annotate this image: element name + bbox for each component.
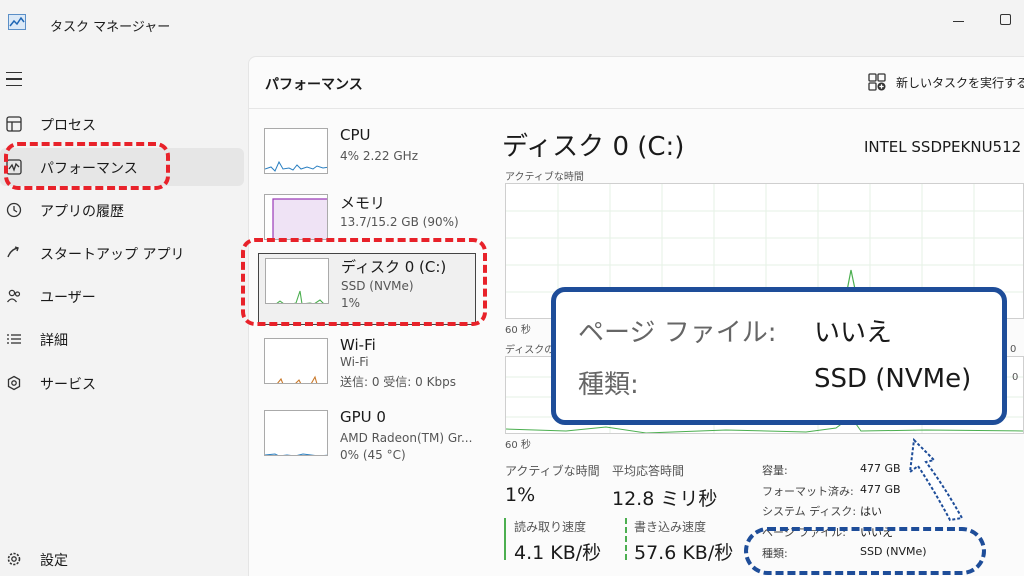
- details-icon: [4, 329, 24, 349]
- write-speed-value: 57.6 KB/秒: [634, 542, 734, 564]
- type-value: SSD (NVMe): [860, 545, 927, 558]
- processes-icon: [4, 114, 24, 134]
- sidebar-item-label: アプリの履歴: [40, 204, 124, 220]
- app-title: タスク マネージャー: [50, 20, 171, 35]
- cpu-thumbnail-graph: [264, 128, 328, 174]
- active-time-value: 1%: [505, 484, 536, 506]
- read-speed-label: 読み取り速度: [514, 520, 587, 534]
- read-speed-value: 4.1 KB/秒: [514, 542, 602, 564]
- users-icon: [4, 286, 24, 306]
- new-task-icon: [868, 73, 886, 91]
- device-name: GPU 0: [340, 408, 386, 426]
- run-new-task-label: 新しいタスクを実行する: [896, 76, 1024, 90]
- formatted-key: フォーマット済み:: [762, 485, 854, 498]
- device-usage: 0% (45 °C): [340, 448, 406, 462]
- minimize-button[interactable]: [944, 10, 974, 32]
- sidebar-item-users[interactable]: ユーザー: [0, 277, 244, 315]
- write-speed-label: 書き込み速度: [634, 520, 707, 534]
- disk-thumbnail-graph: [265, 258, 329, 304]
- page-file-key: ページ ファイル:: [762, 526, 846, 539]
- sidebar-item-processes[interactable]: プロセス: [0, 105, 244, 143]
- device-detail: Wi-Fi: [340, 355, 369, 369]
- maximize-button[interactable]: [990, 10, 1020, 32]
- device-name: CPU: [340, 126, 371, 144]
- sidebar-item-performance[interactable]: パフォーマンス: [0, 148, 244, 186]
- page-file-value: いいえ: [860, 526, 893, 539]
- read-speed-bar: [504, 518, 506, 560]
- sidebar-item-label: パフォーマンス: [40, 161, 138, 177]
- history-icon: [4, 200, 24, 220]
- device-usage: 1%: [341, 296, 361, 310]
- startup-icon: [4, 243, 24, 263]
- zoom-callout: ページ ファイル: いいえ 種類: SSD (NVMe): [551, 287, 1007, 425]
- sidebar-item-label: 詳細: [40, 333, 68, 349]
- menu-icon[interactable]: [6, 72, 22, 86]
- system-disk-value: はい: [860, 505, 882, 518]
- callout-type-value: SSD (NVMe): [814, 364, 972, 394]
- sidebar-item-services[interactable]: サービス: [0, 364, 244, 402]
- device-item-wifi[interactable]: Wi-Fi Wi-Fi 送信: 0 受信: 0 Kbps: [258, 334, 476, 406]
- device-item-cpu[interactable]: CPU 4% 2.22 GHz: [258, 124, 476, 196]
- chart2-time-label: 60 秒: [505, 440, 531, 451]
- device-name: Wi-Fi: [340, 336, 376, 354]
- avg-response-value: 12.8 ミリ秒: [612, 488, 718, 510]
- device-detail: AMD Radeon(TM) Gr...: [340, 431, 473, 445]
- disk-model: INTEL SSDPEKNU512: [864, 138, 1022, 156]
- avg-response-label: 平均応答時間: [612, 464, 685, 478]
- sidebar-item-label: スタートアップ アプリ: [40, 247, 185, 263]
- active-time-label: アクティブな時間: [505, 464, 600, 478]
- sidebar-item-settings[interactable]: 設定: [0, 540, 244, 574]
- page-title: パフォーマンス: [265, 77, 363, 93]
- device-detail: 4% 2.22 GHz: [340, 149, 419, 163]
- chart1-time-label: 60 秒: [505, 325, 531, 336]
- chart1-right-axis: 0: [1010, 344, 1017, 355]
- capacity-value: 477 GB: [860, 462, 901, 475]
- device-detail: 13.7/15.2 GB (90%): [340, 215, 459, 229]
- sidebar-item-label: ユーザー: [40, 290, 96, 306]
- system-disk-key: システム ディスク:: [762, 505, 857, 518]
- sidebar-item-startup-apps[interactable]: スタートアップ アプリ: [0, 234, 244, 272]
- annotation-arrow-icon: [908, 437, 964, 522]
- device-name: ディスク 0 (C:): [341, 258, 447, 276]
- callout-page-file-value: いいえ: [814, 318, 893, 348]
- sidebar-item-label: サービス: [40, 377, 96, 393]
- gpu-thumbnail-graph: [264, 410, 328, 456]
- formatted-value: 477 GB: [860, 483, 901, 496]
- device-usage: 送信: 0 受信: 0 Kbps: [340, 375, 456, 389]
- services-icon: [4, 373, 24, 393]
- device-item-gpu[interactable]: GPU 0 AMD Radeon(TM) Gr... 0% (45 °C): [258, 406, 476, 478]
- sidebar-item-label: プロセス: [40, 118, 96, 134]
- settings-label: 設定: [40, 553, 68, 569]
- memory-thumbnail-graph: [264, 194, 328, 240]
- write-speed-bar: [625, 518, 627, 560]
- device-item-disk[interactable]: ディスク 0 (C:) SSD (NVMe) 1%: [258, 253, 476, 325]
- sidebar-item-details[interactable]: 詳細: [0, 320, 244, 358]
- gear-icon: [4, 549, 24, 569]
- device-item-memory[interactable]: メモリ 13.7/15.2 GB (90%): [258, 190, 476, 262]
- type-key: 種類:: [762, 547, 788, 560]
- device-name: メモリ: [340, 194, 386, 212]
- device-detail: SSD (NVMe): [341, 279, 414, 293]
- wifi-thumbnail-graph: [264, 338, 328, 384]
- active-time-chart-caption: アクティブな時間: [505, 172, 584, 183]
- performance-icon: [4, 157, 24, 177]
- header-divider: [249, 108, 1024, 109]
- chart2-right-axis: 0: [1012, 372, 1019, 383]
- capacity-key: 容量:: [762, 464, 788, 477]
- title-bar: タスク マネージャー: [0, 0, 1024, 48]
- task-manager-icon: [8, 14, 26, 30]
- callout-type-key: 種類:: [578, 370, 639, 400]
- sidebar-item-app-history[interactable]: アプリの履歴: [0, 191, 244, 229]
- callout-page-file-key: ページ ファイル:: [578, 318, 777, 348]
- detail-title: ディスク 0 (C:): [502, 132, 685, 162]
